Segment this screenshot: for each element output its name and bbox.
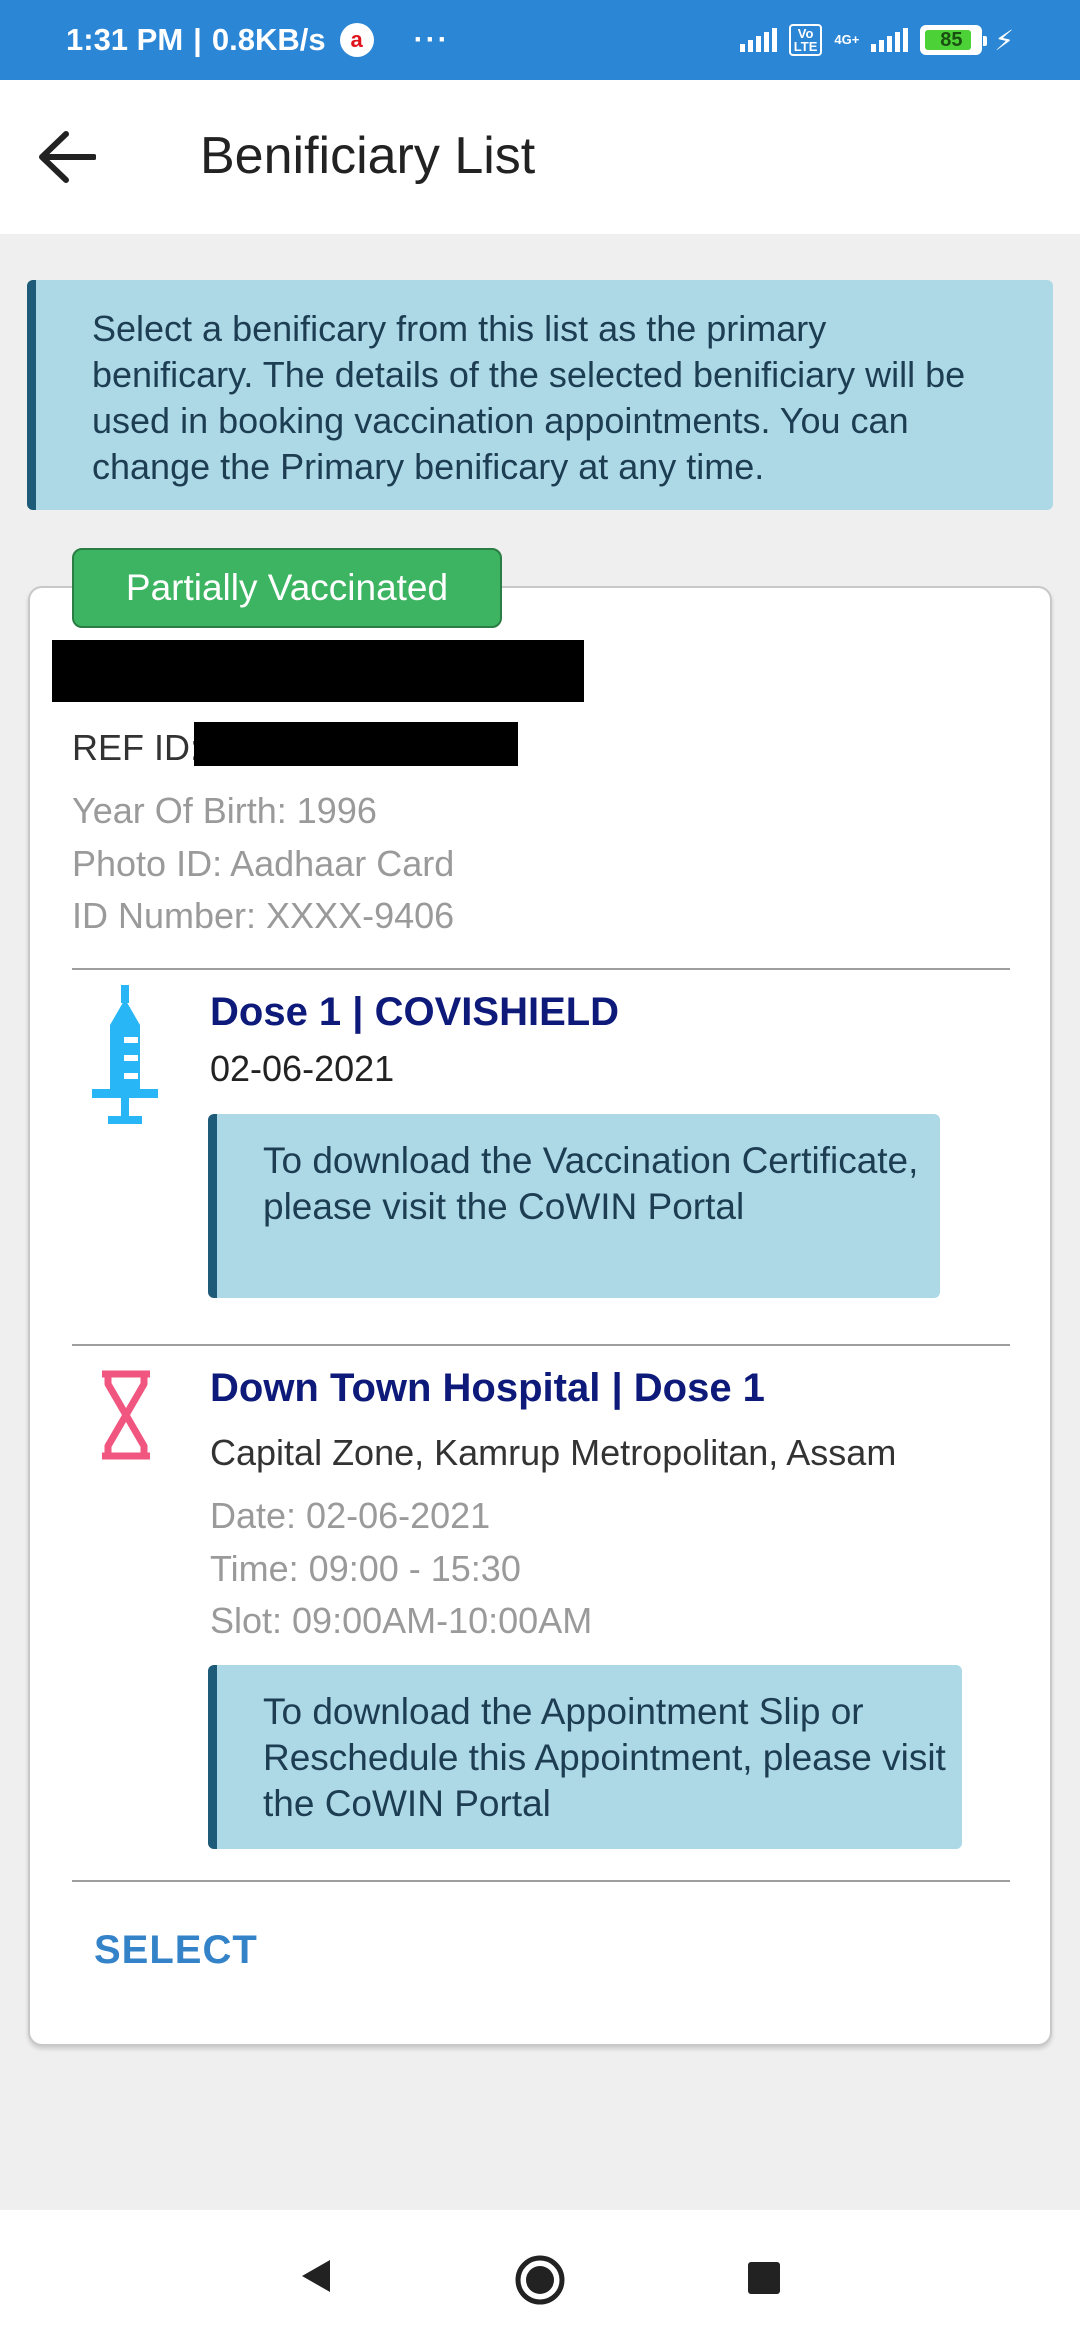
status-speed: 0.8KB/s bbox=[211, 22, 326, 57]
hourglass-icon bbox=[102, 1370, 150, 1460]
system-nav-bar bbox=[0, 2210, 1080, 2340]
appointment-note: To download the Appointment Slip or Resc… bbox=[208, 1665, 962, 1849]
status-right: Vo LTE 4G+ 85 ⚡ bbox=[739, 24, 1014, 57]
appointment-title: Down Town Hospital | Dose 1 bbox=[210, 1366, 765, 1410]
battery-icon: 85 bbox=[920, 25, 988, 55]
status-left: 1:31 PM | 0.8KB/s a ··· bbox=[66, 22, 450, 58]
appointment-time: Time: 09:00 - 15:30 bbox=[210, 1548, 521, 1589]
status-separator: | bbox=[193, 22, 202, 57]
id-number: ID Number: XXXX-9406 bbox=[72, 895, 455, 936]
status-bar: 1:31 PM | 0.8KB/s a ··· Vo LTE 4G+ 85 ⚡ bbox=[0, 0, 1080, 80]
more-notifications-icon: ··· bbox=[413, 23, 450, 56]
nav-back-icon[interactable] bbox=[296, 2256, 336, 2296]
app-bar: Benificiary List bbox=[0, 80, 1080, 234]
network-4g-label: 4G+ bbox=[834, 32, 860, 47]
airtel-icon: a bbox=[339, 23, 374, 57]
info-banner: Select a benificary from this list as th… bbox=[27, 280, 1053, 510]
nav-home-icon[interactable] bbox=[514, 2254, 566, 2306]
divider bbox=[72, 1344, 1010, 1346]
ref-id-label: REF ID: bbox=[72, 727, 201, 768]
status-time: 1:31 PM bbox=[66, 22, 184, 57]
year-of-birth: Year Of Birth: 1996 bbox=[72, 790, 377, 831]
dose-date: 02-06-2021 bbox=[210, 1048, 395, 1089]
redacted-name bbox=[52, 640, 584, 702]
battery-percent: 85 bbox=[940, 28, 963, 51]
redacted-ref-id bbox=[194, 722, 518, 766]
nav-recents-icon[interactable] bbox=[748, 2262, 780, 2294]
syringe-icon bbox=[92, 985, 158, 1124]
signal-icon-2 bbox=[871, 28, 909, 52]
dose-title: Dose 1 | COVISHIELD bbox=[210, 990, 620, 1034]
appointment-slot: Slot: 09:00AM-10:00AM bbox=[210, 1600, 593, 1641]
page-title: Benificiary List bbox=[200, 127, 536, 185]
status-badge: Partially Vaccinated bbox=[72, 548, 502, 628]
signal-icon bbox=[739, 28, 777, 52]
back-button[interactable] bbox=[36, 126, 98, 188]
select-button[interactable]: SELECT bbox=[80, 1920, 272, 1981]
appointment-address: Capital Zone, Kamrup Metropolitan, Assam bbox=[210, 1432, 897, 1473]
volte-icon: Vo LTE bbox=[788, 24, 823, 56]
divider bbox=[72, 1880, 1010, 1882]
divider bbox=[72, 968, 1010, 970]
certificate-note: To download the Vaccination Certificate,… bbox=[208, 1114, 940, 1298]
photo-id: Photo ID: Aadhaar Card bbox=[72, 843, 455, 884]
appointment-date: Date: 02-06-2021 bbox=[210, 1495, 491, 1536]
charging-icon: ⚡ bbox=[994, 24, 1014, 56]
arrow-back-icon bbox=[39, 131, 96, 183]
